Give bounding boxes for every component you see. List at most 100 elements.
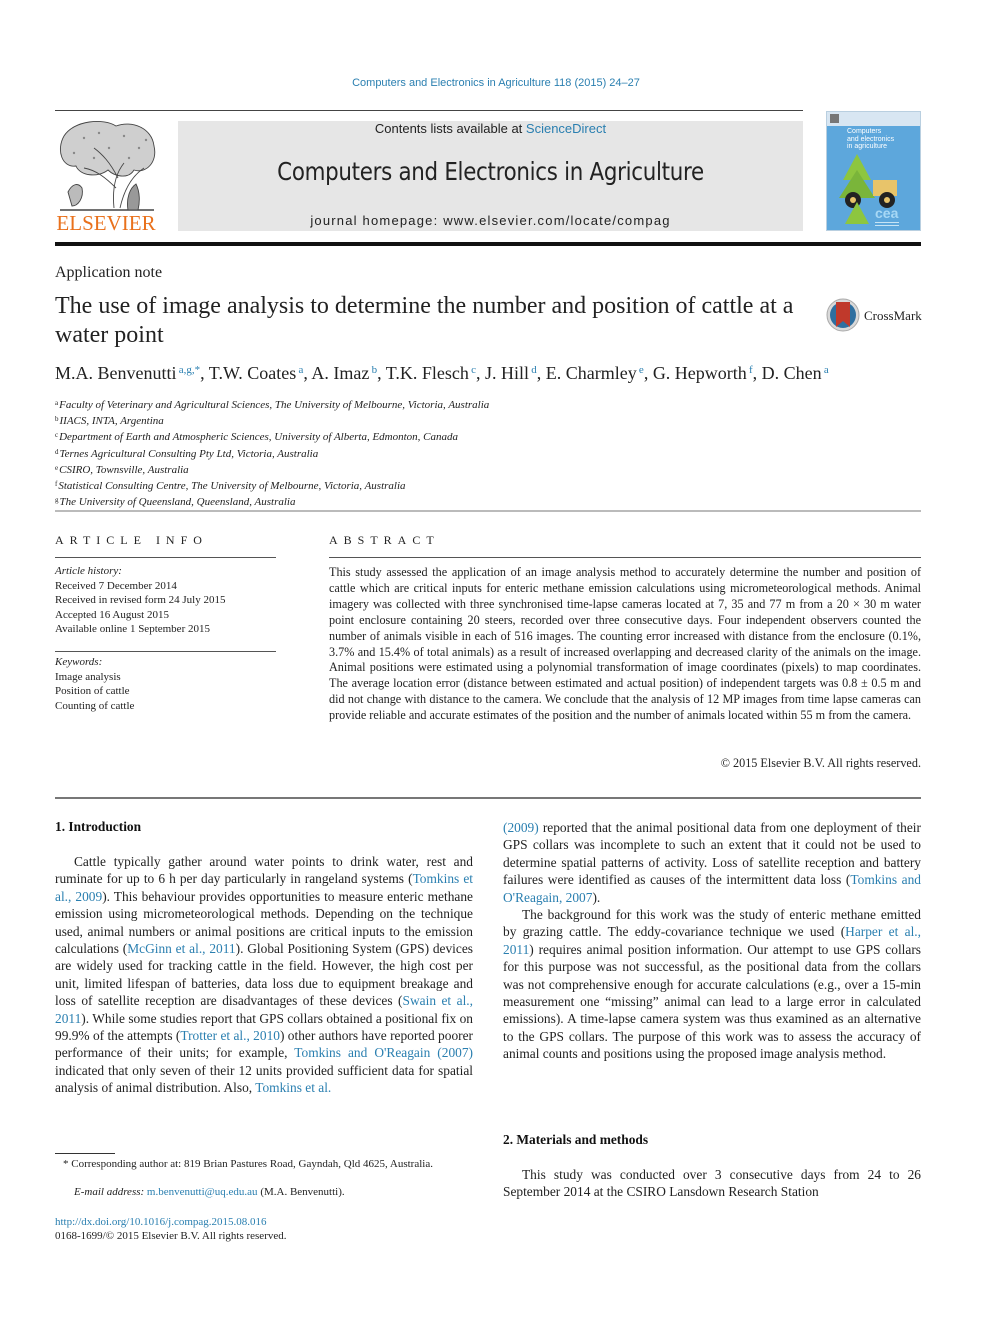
affiliation-item: eCSIRO, Townsville, Australia xyxy=(55,461,655,477)
affiliation-item: cDepartment of Earth and Atmospheric Sci… xyxy=(55,428,655,444)
author-name[interactable]: M.A. Benvenutti xyxy=(55,363,177,383)
history-revised: Received in revised form 24 July 2015 xyxy=(55,594,226,606)
body-text: Cattle typically gather around water poi… xyxy=(55,854,473,887)
citation-link[interactable]: Tomkins and O'Reagain (2007) xyxy=(294,1045,473,1060)
author-affiliation-marker[interactable]: a,g,* xyxy=(177,364,200,376)
author-affiliation-marker[interactable]: a xyxy=(822,364,829,376)
intro-paragraph-1: Cattle typically gather around water poi… xyxy=(55,853,473,1097)
body-column-right: (2009) reported that the animal position… xyxy=(503,819,921,1063)
affiliation-text: Department of Earth and Atmospheric Scie… xyxy=(59,431,459,444)
history-accepted: Accepted 16 August 2015 xyxy=(55,608,169,621)
keyword-item: Counting of cattle xyxy=(55,699,135,712)
citation-link[interactable]: McGinn et al., 2011 xyxy=(127,941,235,956)
author-name[interactable]: T.K. Flesch xyxy=(386,363,469,383)
affiliation-item: bIIACS, INTA, Argentina xyxy=(55,412,655,428)
email-line: E-mail address: m.benvenutti@uq.edu.au (… xyxy=(74,1186,345,1198)
cover-badge: cea xyxy=(875,205,899,221)
keywords-divider xyxy=(55,651,276,652)
affiliation-key: c xyxy=(55,431,59,440)
author-name[interactable]: D. Chen xyxy=(762,363,822,383)
author-affiliation-marker[interactable]: d xyxy=(529,364,537,376)
author-affiliation-marker[interactable]: e xyxy=(637,364,644,376)
author-separator: , xyxy=(200,363,209,383)
affiliation-item: fStatistical Consulting Centre, The Univ… xyxy=(55,477,655,493)
citation-link[interactable]: Tomkins et al. xyxy=(255,1080,331,1095)
affiliation-key: e xyxy=(55,463,59,472)
article-info-heading: ARTICLE INFO xyxy=(55,533,208,547)
article-history: Article history: Received 7 December 201… xyxy=(55,564,280,637)
affiliations-divider xyxy=(55,510,921,512)
corresponding-text: * Corresponding author at: 819 Brian Pas… xyxy=(63,1158,433,1170)
footnote-divider xyxy=(55,1153,115,1154)
contents-prefix: Contents lists available at xyxy=(374,121,526,136)
author-separator: , xyxy=(536,363,546,383)
email-link[interactable]: m.benvenutti@uq.edu.au xyxy=(147,1186,258,1198)
abstract-copyright: © 2015 Elsevier B.V. All rights reserved… xyxy=(720,756,921,770)
history-online: Available online 1 September 2015 xyxy=(55,623,210,635)
methods-heading: 2. Materials and methods xyxy=(503,1132,649,1147)
author-name[interactable]: T.W. Coates xyxy=(209,363,297,383)
issn-line: 0168-1699/© 2015 Elsevier B.V. All right… xyxy=(55,1230,287,1242)
cover-title: Computers and electronics in agriculture xyxy=(847,128,895,150)
affiliation-key: d xyxy=(55,447,59,456)
author-separator: , xyxy=(476,363,486,383)
body-text: ). xyxy=(592,889,601,905)
affiliation-key: f xyxy=(55,480,58,489)
top-divider xyxy=(55,110,803,111)
keywords-label: Keywords: xyxy=(55,656,103,668)
contents-line: Contents lists available at ScienceDirec… xyxy=(178,121,803,136)
doi-link[interactable]: http://dx.doi.org/10.1016/j.compag.2015.… xyxy=(55,1216,267,1228)
keyword-item: Image analysis xyxy=(55,670,121,683)
author-list: M.A. Benvenutti a,g,*, T.W. Coates a, A.… xyxy=(55,363,935,384)
affiliation-text: CSIRO, Townsville, Australia xyxy=(59,463,189,476)
journal-cover-thumbnail[interactable]: Computers and electronics in agriculture… xyxy=(826,111,921,231)
corresponding-author-note: * Corresponding author at: 819 Brian Pas… xyxy=(55,1157,473,1172)
author-affiliation-marker[interactable]: c xyxy=(469,364,476,376)
affiliations-list: aFaculty of Veterinary and Agricultural … xyxy=(55,396,655,509)
article-type: Application note xyxy=(55,264,163,281)
journal-citation[interactable]: Computers and Electronics in Agriculture… xyxy=(0,77,992,89)
author-separator: , xyxy=(643,363,653,383)
journal-homepage[interactable]: journal homepage: www.elsevier.com/locat… xyxy=(178,213,803,228)
cover-tree-tractor-icon: cea xyxy=(839,154,899,226)
introduction-heading: 1. Introduction xyxy=(55,819,142,834)
affiliation-item: aFaculty of Veterinary and Agricultural … xyxy=(55,396,655,412)
cover-elsevier-icon xyxy=(830,114,839,123)
author-name[interactable]: G. Hepworth xyxy=(653,363,747,383)
abstract-divider xyxy=(329,557,921,558)
author-name[interactable]: J. Hill xyxy=(485,363,529,383)
keyword-item: Position of cattle xyxy=(55,685,130,697)
citation-link[interactable]: (2009) xyxy=(503,820,539,835)
body-text: ) requires animal position information. … xyxy=(503,941,921,1062)
affiliation-text: Ternes Agricultural Consulting Pty Ltd, … xyxy=(59,447,319,460)
abstract-bottom-divider xyxy=(55,797,921,799)
abstract-text: This study assessed the application of a… xyxy=(329,565,921,723)
methods-column: This study was conducted over 3 consecut… xyxy=(503,1166,921,1201)
affiliation-text: The University of Queensland, Queensland… xyxy=(59,496,296,509)
header-thick-divider xyxy=(55,242,921,246)
affiliation-item: gThe University of Queensland, Queenslan… xyxy=(55,493,655,509)
citation-link[interactable]: Trotter et al., 2010 xyxy=(180,1028,280,1043)
affiliation-text: Faculty of Veterinary and Agricultural S… xyxy=(59,399,490,411)
keywords: Keywords: Image analysis Position of cat… xyxy=(55,655,280,713)
author-name[interactable]: A. Imaz xyxy=(311,363,369,383)
affiliation-text: IIACS, INTA, Argentina xyxy=(59,415,164,428)
intro-paragraph-2: The background for this work was the stu… xyxy=(503,906,921,1063)
author-separator: , xyxy=(377,363,386,383)
author-affiliation-marker[interactable]: b xyxy=(369,364,378,376)
affiliation-key: a xyxy=(55,399,59,407)
affiliation-item: dTernes Agricultural Consulting Pty Ltd,… xyxy=(55,445,655,461)
article-info-divider xyxy=(55,557,276,558)
email-label: E-mail address: xyxy=(74,1186,147,1198)
affiliation-key: b xyxy=(55,415,59,424)
sciencedirect-link[interactable]: ScienceDirect xyxy=(526,121,606,136)
crossmark-label[interactable]: CrossMark xyxy=(864,308,922,324)
body-column-left: Cattle typically gather around water poi… xyxy=(55,853,473,1097)
author-name[interactable]: E. Charmley xyxy=(546,363,637,383)
author-separator: , xyxy=(752,363,762,383)
history-received: Received 7 December 2014 xyxy=(55,579,177,592)
cover-top-strip xyxy=(827,112,920,126)
journal-name: Computers and Electronics in Agriculture xyxy=(277,157,704,186)
history-label: Article history: xyxy=(55,565,122,577)
elsevier-wordmark[interactable]: ELSEVIER xyxy=(54,211,158,236)
